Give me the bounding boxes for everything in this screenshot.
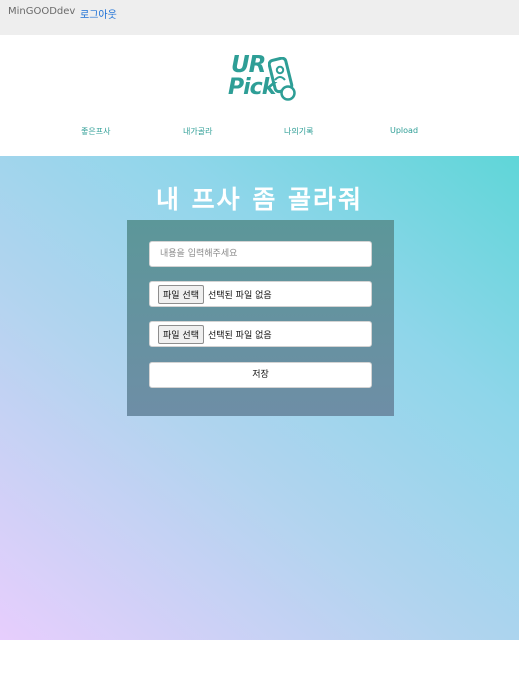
save-button[interactable]: 저장: [149, 362, 372, 388]
main-nav: 좋은프사 내가골라 나의기록 Upload: [0, 126, 519, 142]
logout-link[interactable]: 로그아웃: [80, 6, 117, 21]
file-input-2[interactable]: 파일 선택 선택된 파일 없음: [149, 321, 372, 347]
username-label: MinGOODdev: [8, 6, 76, 17]
hero-section: 내 프사 좀 골라줘 파일 선택 선택된 파일 없음 파일 선택 선택된 파일 …: [0, 156, 519, 640]
upload-form: 파일 선택 선택된 파일 없음 파일 선택 선택된 파일 없음 저장: [127, 220, 394, 416]
file-choose-button-1[interactable]: 파일 선택: [158, 284, 204, 304]
file-input-1[interactable]: 파일 선택 선택된 파일 없음: [149, 281, 372, 307]
file-status-2: 선택된 파일 없음: [207, 330, 272, 341]
file-status-1: 선택된 파일 없음: [207, 290, 272, 301]
top-bar: MinGOODdev 로그아웃: [0, 0, 519, 35]
nav-item-upload[interactable]: Upload: [390, 126, 418, 135]
site-logo[interactable]: UR Pick: [228, 53, 298, 103]
file-choose-button-2[interactable]: 파일 선택: [158, 324, 204, 344]
hero-title: 내 프사 좀 골라줘: [155, 185, 364, 214]
nav-item-my-records[interactable]: 나의기록: [284, 126, 313, 137]
nav-item-pick-for-me[interactable]: 내가골라: [183, 126, 212, 137]
content-input[interactable]: [149, 241, 372, 267]
phone-person-icon: [268, 57, 296, 101]
logo-text-line1: UR: [231, 52, 266, 78]
nav-item-good-profile[interactable]: 좋은프사: [81, 126, 110, 137]
